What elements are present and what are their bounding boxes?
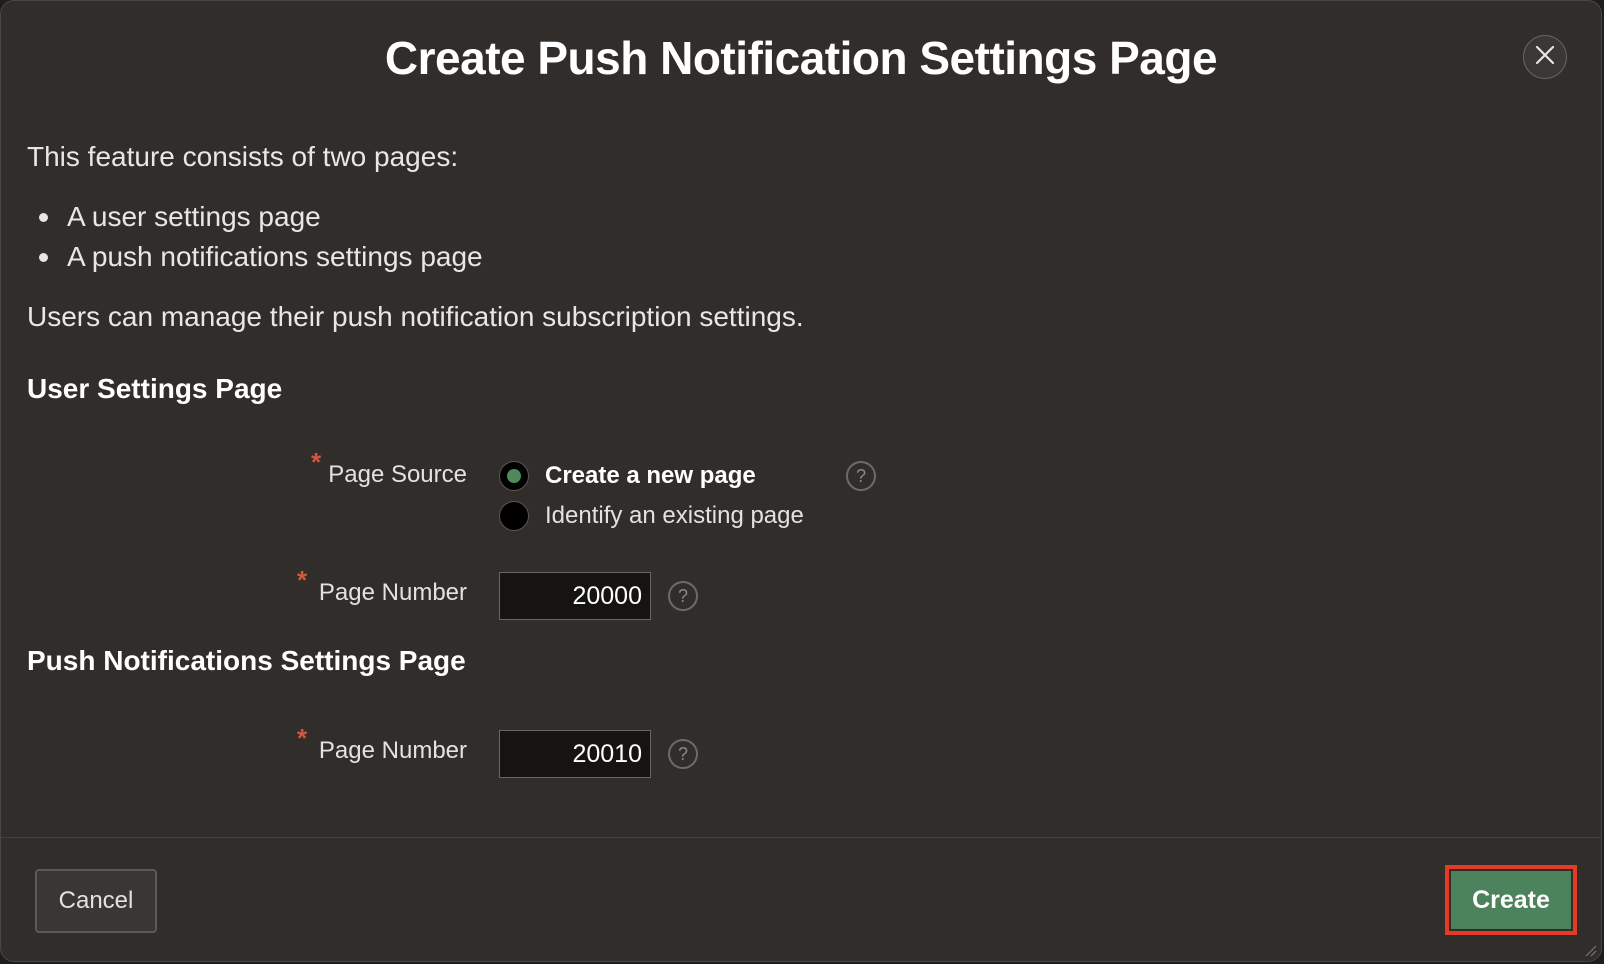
create-push-notification-dialog: Create Push Notification Settings Page T…	[0, 0, 1602, 962]
cancel-button[interactable]: Cancel	[35, 869, 157, 933]
feature-list: A user settings page A push notification…	[27, 197, 483, 277]
intro-text: This feature consists of two pages:	[27, 141, 459, 172]
footer-divider	[1, 837, 1601, 838]
list-item: A user settings page	[27, 197, 483, 237]
page-source-help-icon[interactable]: ?	[846, 461, 876, 491]
resize-grip-icon[interactable]	[1581, 941, 1597, 957]
push-settings-heading: Push Notifications Settings Page	[27, 645, 466, 676]
list-item-label: A push notifications settings page	[67, 241, 483, 272]
radio-identify-existing-page-label: Identify an existing page	[545, 502, 804, 529]
user-settings-heading: User Settings Page	[27, 373, 283, 404]
bullet-icon	[39, 213, 48, 222]
user-settings-page-number-input[interactable]	[499, 572, 651, 620]
close-icon	[1534, 44, 1556, 71]
page-number-help-icon[interactable]: ?	[668, 581, 698, 611]
radio-identify-existing-page[interactable]: Identify an existing page	[499, 501, 804, 531]
bullet-icon	[39, 253, 48, 262]
radio-button-selected[interactable]	[499, 461, 529, 491]
list-item: A push notifications settings page	[27, 237, 483, 277]
page-number-label: Page Number	[318, 579, 467, 606]
push-settings-page-number-input[interactable]	[499, 730, 651, 778]
list-item-label: A user settings page	[67, 201, 321, 232]
radio-create-new-page-label: Create a new page	[545, 462, 756, 489]
page-source-label: Page Source	[328, 461, 467, 488]
radio-button[interactable]	[499, 501, 529, 531]
intro-note: Users can manage their push notification…	[27, 301, 804, 332]
push-page-number-label: Page Number	[318, 737, 467, 764]
radio-create-new-page[interactable]: Create a new page	[499, 461, 756, 491]
create-button[interactable]: Create	[1451, 871, 1571, 929]
close-button[interactable]	[1523, 35, 1567, 79]
create-button-highlight: Create	[1445, 865, 1577, 935]
dialog-title: Create Push Notification Settings Page	[384, 32, 1218, 84]
push-page-number-help-icon[interactable]: ?	[668, 739, 698, 769]
